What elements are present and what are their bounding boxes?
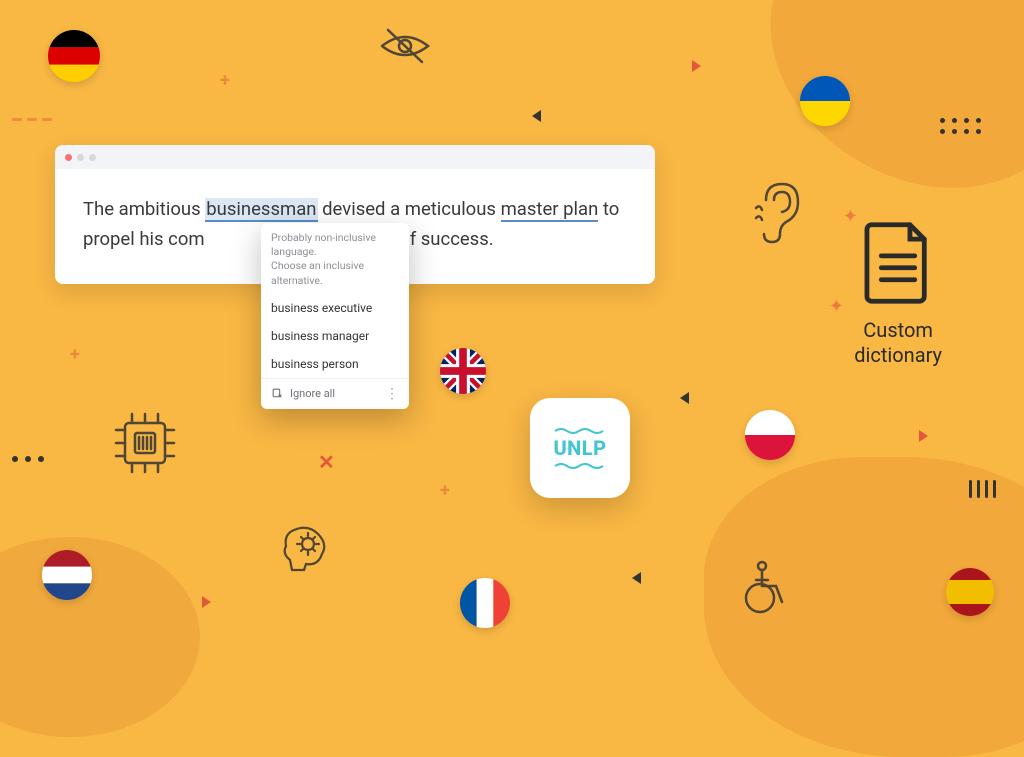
flag-uk	[440, 348, 486, 394]
document-icon	[862, 220, 934, 306]
highlighted-word[interactable]: businessman	[205, 198, 317, 222]
ear-icon	[754, 180, 804, 246]
accessibility-icon	[740, 558, 790, 616]
unlp-wave-icon	[553, 426, 607, 434]
plus-icon: +	[220, 70, 230, 91]
flag-ukraine	[800, 76, 850, 126]
popup-desc-line: Probably non-inclusive language.	[271, 231, 399, 259]
line-grid	[969, 480, 996, 498]
suggestion-popup: Probably non-inclusive language. Choose …	[261, 223, 409, 409]
ignore-all-button[interactable]: Ignore all	[271, 387, 335, 400]
window-dot	[77, 154, 84, 161]
sparkle-icon: ✦	[829, 296, 844, 317]
eye-off-icon	[378, 26, 432, 66]
brain-idea-icon	[278, 520, 336, 578]
dash-row	[12, 118, 52, 121]
plus-icon: +	[70, 344, 80, 365]
triangle-icon	[632, 572, 641, 584]
dot-grid	[940, 118, 982, 134]
bg-wave	[0, 537, 200, 737]
triangle-icon	[202, 596, 211, 608]
popup-footer: Ignore all ⋮	[261, 378, 409, 409]
underlined-phrase[interactable]: master plan	[501, 198, 599, 222]
ignore-label: Ignore all	[290, 387, 335, 400]
cpu-chip-icon	[110, 408, 180, 478]
window-controls	[55, 145, 655, 169]
dictionary-label-2: dictionary	[854, 343, 942, 368]
unlp-label: UNLP	[553, 436, 606, 460]
suggestion-item[interactable]: business executive	[261, 294, 409, 322]
flag-poland	[745, 410, 795, 460]
triangle-icon	[919, 430, 928, 442]
text-fragment: The ambitious	[83, 198, 205, 220]
cross-icon: ✕	[318, 450, 335, 474]
popup-desc-line: Choose an inclusive alternative.	[271, 259, 399, 287]
window-dot	[65, 154, 72, 161]
ignore-icon	[271, 387, 284, 400]
popup-description: Probably non-inclusive language. Choose …	[261, 223, 409, 294]
window-dot	[89, 154, 96, 161]
triangle-icon	[692, 60, 701, 72]
text-fragment: devised a meticulous	[318, 198, 501, 220]
triangle-icon	[680, 392, 689, 404]
dictionary-label-1: Custom	[854, 318, 942, 343]
suggestion-item[interactable]: business manager	[261, 322, 409, 350]
unlp-wave-icon	[553, 462, 607, 470]
plus-icon: +	[440, 480, 450, 501]
flag-spain	[946, 568, 994, 616]
suggestion-item[interactable]: business person	[261, 350, 409, 378]
flag-france	[460, 578, 510, 628]
dot-row	[12, 456, 44, 462]
flag-netherlands	[42, 550, 92, 600]
more-options-icon[interactable]: ⋮	[385, 386, 399, 402]
triangle-icon	[532, 110, 541, 122]
flag-germany	[48, 30, 100, 82]
custom-dictionary: Custom dictionary	[854, 220, 942, 368]
unlp-card: UNLP	[530, 398, 630, 498]
